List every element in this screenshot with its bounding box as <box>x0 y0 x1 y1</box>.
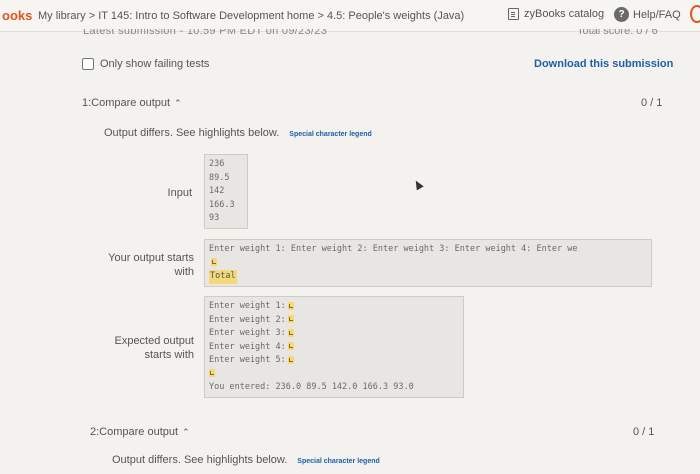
test-2-score: 0 / 1 <box>633 426 655 438</box>
your-output-label-line: Your output starts <box>108 252 194 264</box>
special-character-legend-link[interactable]: Special character legend <box>297 458 379 465</box>
chevron-up-icon: ⌃ <box>182 426 190 437</box>
help-faq-link[interactable]: ? Help/FAQ <box>614 7 681 22</box>
expected-line: Enter weight 4: <box>209 341 286 352</box>
newline-marker-icon <box>211 258 217 266</box>
total-score-text: Total score: 0 / 6 <box>577 29 658 37</box>
latest-submission-text: Latest submission - 10:59 PM EDT on 09/2… <box>83 29 328 37</box>
expected-line: Enter weight 3: <box>209 328 286 338</box>
test-1-differs: Output differs. See highlights below. Sp… <box>104 127 372 139</box>
newline-marker-icon <box>287 301 294 310</box>
expected-output-box: Enter weight 1: Enter weight 2: Enter we… <box>204 296 464 398</box>
expected-line: Enter weight 1: <box>209 301 286 311</box>
expected-line: Enter weight 5: <box>209 355 286 365</box>
breadcrumb: My library > IT 145: Intro to Software D… <box>38 10 464 22</box>
zybooks-catalog-link[interactable]: zyBooks catalog <box>508 8 604 20</box>
newline-marker-icon <box>209 369 215 377</box>
question-mark-icon: ? <box>614 7 629 22</box>
only-failing-tests-toggle[interactable]: Only show failing tests <box>82 58 209 70</box>
input-line: 89.5 <box>209 172 230 183</box>
input-line: 166.3 <box>209 199 235 210</box>
only-failing-label: Only show failing tests <box>100 58 210 70</box>
test-1-differs-text: Output differs. See highlights below. <box>104 127 280 139</box>
input-line: 142 <box>209 186 225 196</box>
download-submission-link[interactable]: Download this submission <box>534 58 673 70</box>
breadcrumb-link[interactable]: My library > IT 145: Intro to Software D… <box>38 10 464 22</box>
only-failing-checkbox[interactable] <box>82 58 94 70</box>
test-2-header[interactable]: 2:Compare output ⌃ <box>90 426 190 438</box>
test-1-score: 0 / 1 <box>641 97 663 109</box>
expected-output-label-line: starts with <box>144 349 194 361</box>
test-1-header[interactable]: 1:Compare output ⌃ <box>82 97 182 109</box>
expected-output-label: Expected output starts with <box>100 334 194 362</box>
test-2-differs: Output differs. See highlights below. Sp… <box>112 454 380 466</box>
input-box: 236 89.5 142 166.3 93 <box>204 154 248 229</box>
test-1-title: 1:Compare output <box>82 97 171 109</box>
mouse-cursor-icon <box>412 178 424 191</box>
zybooks-logo[interactable]: ooks <box>2 8 32 23</box>
account-icon[interactable] <box>690 5 700 23</box>
your-output-box: Enter weight 1: Enter weight 2: Enter we… <box>204 239 652 287</box>
catalog-label: zyBooks catalog <box>524 8 605 20</box>
test-2-title: 2:Compare output <box>90 426 179 438</box>
your-output-total: Total <box>209 270 237 284</box>
newline-marker-icon <box>287 342 294 350</box>
help-label: Help/FAQ <box>633 8 681 21</box>
newline-marker-icon <box>287 355 294 364</box>
input-line: 236 <box>209 159 225 169</box>
input-line: 93 <box>209 213 220 223</box>
catalog-icon <box>508 8 519 20</box>
your-output-label: Your output starts with <box>100 251 194 279</box>
your-output-label-line: with <box>174 266 194 278</box>
chevron-up-icon: ⌃ <box>174 97 182 108</box>
newline-marker-icon <box>287 315 294 323</box>
expected-entered-line: You entered: 236.0 89.5 142.0 166.3 93.0 <box>209 382 414 392</box>
your-output-line: Enter weight 1: Enter weight 2: Enter we… <box>209 244 578 254</box>
expected-output-label-line: Expected output <box>114 335 194 347</box>
expected-line: Enter weight 2: <box>209 314 286 325</box>
newline-marker-icon <box>287 328 294 337</box>
input-label: Input <box>167 187 192 199</box>
special-character-legend-link[interactable]: Special character legend <box>289 131 371 138</box>
top-navigation-bar: ooks My library > IT 145: Intro to Softw… <box>0 0 700 32</box>
test-2-differs-text: Output differs. See highlights below. <box>112 454 288 466</box>
